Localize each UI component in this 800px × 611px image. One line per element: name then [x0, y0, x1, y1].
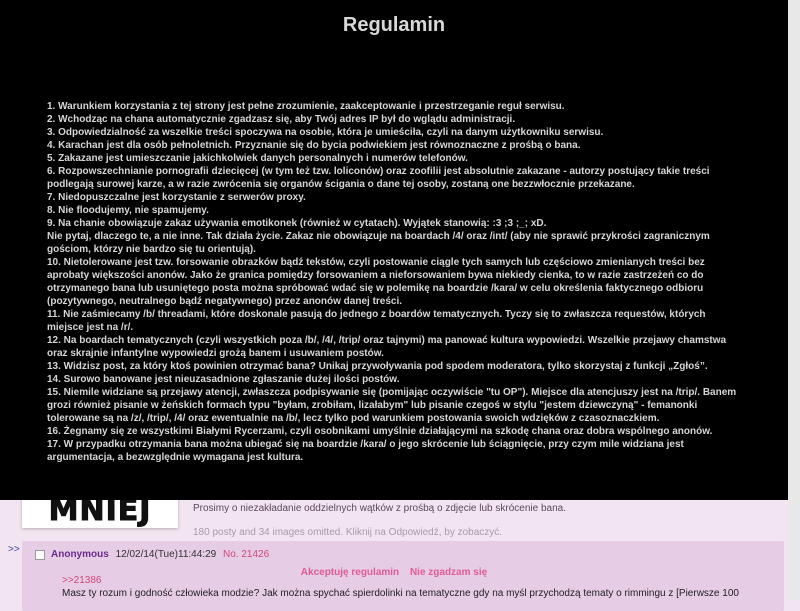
post-checkbox[interactable]	[35, 550, 45, 560]
rule-item: 15. Niemile widziane są przejawy atencji…	[47, 387, 737, 424]
rule-item: 10. Nietolerowane jest tzw. forsowanie o…	[47, 257, 705, 307]
rules-title: Regulamin	[342, 14, 446, 36]
accept-rules-button[interactable]: Akceptuję regulamin	[301, 567, 399, 578]
rule-item: 3. Odpowiedzialność za wszelkie treści s…	[47, 127, 604, 138]
rule-item: 14. Surowo banowane jest nieuzasadnione …	[47, 374, 400, 385]
rules-list: 1. Warunkiem korzystania z tej strony je…	[47, 100, 737, 464]
rule-item: Nie pytaj, dlaczego te, a nie inne. Tak …	[47, 231, 710, 255]
rule-item: 1. Warunkiem korzystania z tej strony je…	[47, 101, 565, 112]
rule-item: 7. Niedopuszczalne jest korzystanie z se…	[47, 192, 306, 203]
rule-item: 11. Nie zaśmiecamy /b/ threadami, które …	[47, 309, 706, 333]
post-number-link[interactable]: No. 21426	[223, 549, 269, 560]
rule-item: 5. Zakazane jest umieszczanie jakichkolw…	[47, 153, 468, 164]
reply-arrow: >>	[8, 544, 20, 555]
rule-item: 17. W przypadku otrzymania bana można ub…	[47, 439, 684, 463]
rule-item: 12. Na boardach tematycznych (czyli wszy…	[47, 335, 727, 359]
decline-rules-button[interactable]: Nie zgadzam się	[410, 567, 487, 578]
rules-overlay: Regulamin 1. Warunkiem korzystania z tej…	[0, 0, 788, 500]
rule-item: 13. Widzisz post, za który ktoś powinien…	[47, 361, 708, 372]
omitted-posts-text: 180 posty and 34 images omitted. Kliknij…	[193, 527, 503, 538]
rule-item: 8. Nie floodujemy, nie spamujemy.	[47, 205, 209, 216]
rule-item: 6. Rozpowszechnianie pornografii dziecię…	[47, 166, 710, 190]
rule-item: 4. Karachan jest dla osób pełnoletnich. …	[47, 140, 581, 151]
rules-actions: Akceptuję regulamin Nie zgadzam się	[0, 567, 788, 578]
board-notice: Prosimy o niezakładanie oddzielnych wątk…	[193, 503, 566, 514]
post-header: Anonymous 12/02/14(Tue)11:44:29 No. 2142…	[51, 549, 269, 560]
rule-item: 9. Na chanie obowiązuje zakaz używania e…	[47, 218, 547, 229]
post-date: 12/02/14(Tue)11:44:29	[115, 549, 217, 560]
rule-item: 16. Żegnamy się ze wszystkimi Białymi Ry…	[47, 426, 713, 437]
page-scrollbar[interactable]	[788, 0, 800, 600]
poster-name: Anonymous	[51, 549, 109, 560]
rule-item: 2. Wchodząc na chana automatycznie zgadz…	[47, 114, 516, 125]
post-body: Masz ty rozum i godność człowieka modzie…	[62, 588, 739, 599]
